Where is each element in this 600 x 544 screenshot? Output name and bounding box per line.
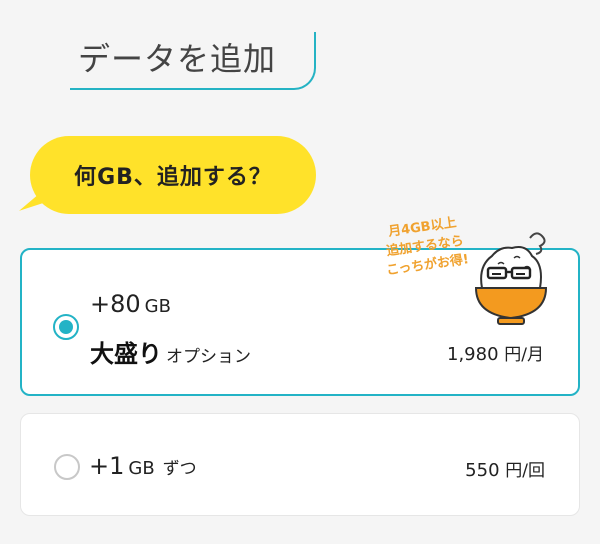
option-price-1gb: 550 円/回 [465, 456, 545, 481]
option-plan-name: 大盛り オプション [90, 334, 251, 369]
page-title-container: データを追加 [70, 32, 316, 90]
plan-name-suffix: オプション [166, 347, 251, 367]
option-amount-unit: GB [144, 296, 171, 317]
option-amount-value: +80 [90, 290, 141, 318]
price-value: 550 [465, 460, 500, 481]
option-radio-1gb[interactable] [54, 454, 80, 480]
page-title: データを追加 [78, 40, 277, 78]
price-unit: 円/月 [504, 345, 544, 365]
option-amount-80gb: +80 GB [90, 290, 171, 318]
plan-name-main: 大盛り [90, 340, 162, 368]
option-amount-value: +1 [89, 452, 125, 480]
option-radio-80gb[interactable] [53, 314, 79, 340]
question-bubble: 何GB、追加する？ [30, 136, 316, 214]
question-text: 何GB、追加する？ [74, 165, 272, 190]
option-amount-suffix: ずつ [162, 459, 197, 479]
option-card-1gb[interactable]: +1 GB ずつ 550 円/回 [20, 413, 580, 516]
price-value: 1,980 [447, 344, 499, 365]
option-price-80gb: 1,980 円/月 [447, 340, 544, 365]
price-unit: 円/回 [505, 461, 545, 481]
option-amount-unit: GB [128, 458, 155, 479]
option-amount-1gb: +1 GB ずつ [89, 452, 197, 480]
rice-bowl-mascot-icon [474, 232, 548, 325]
